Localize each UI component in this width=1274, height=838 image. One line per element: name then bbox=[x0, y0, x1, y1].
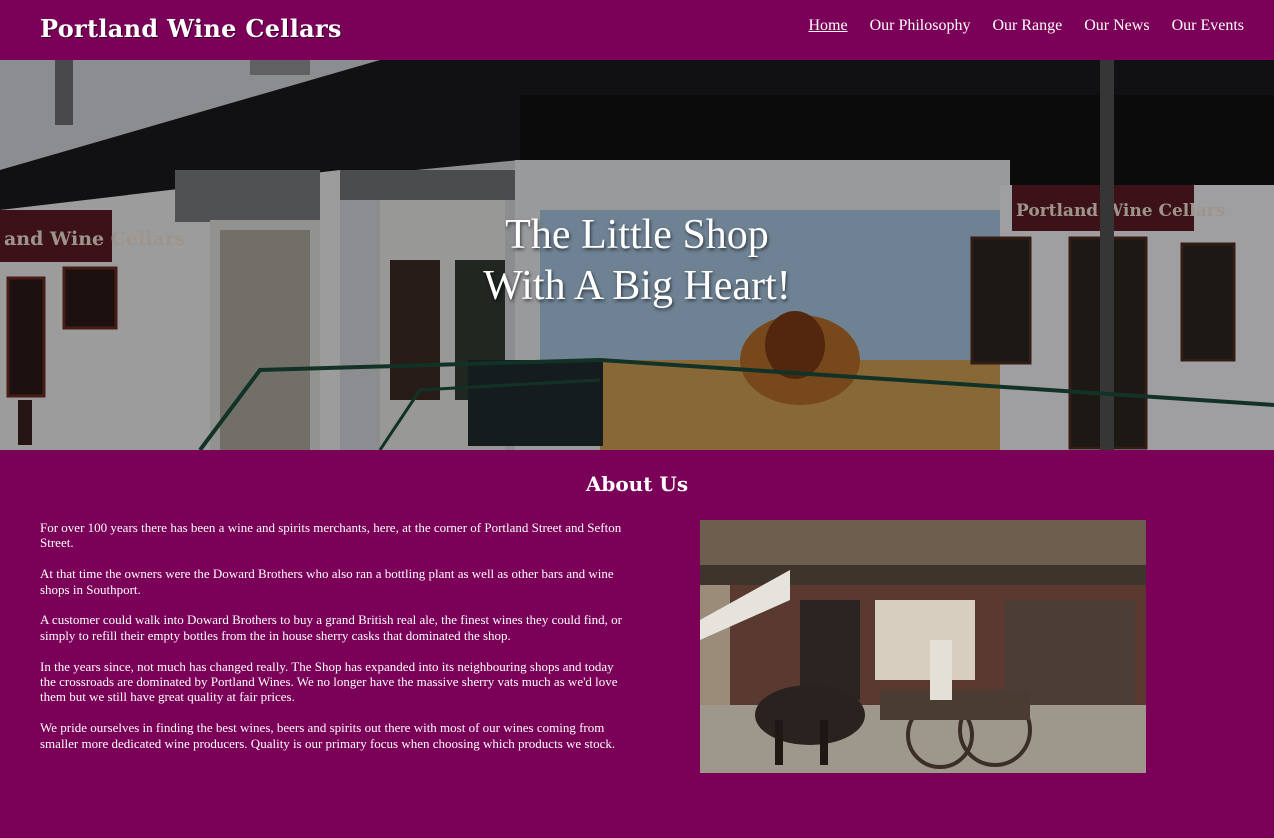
nav-our-philosophy[interactable]: Our Philosophy bbox=[870, 17, 971, 35]
about-paragraph: In the years since, not much has changed… bbox=[40, 658, 618, 705]
about-paragraph: For over 100 years there has been a wine… bbox=[40, 520, 622, 551]
hero-title-line1: The Little Shop bbox=[505, 212, 769, 258]
site-header: Portland Wine Cellars Home Our Philosoph… bbox=[0, 0, 1274, 60]
about-paragraph: A customer could walk into Doward Brothe… bbox=[40, 612, 622, 643]
nav-our-events[interactable]: Our Events bbox=[1172, 17, 1244, 35]
hero-title-line2: With A Big Heart! bbox=[483, 263, 791, 309]
hero-title: The Little Shop With A Big Heart! bbox=[0, 210, 1274, 312]
main-nav: Home Our Philosophy Our Range Our News O… bbox=[808, 17, 1244, 35]
site-logo[interactable]: Portland Wine Cellars bbox=[40, 14, 342, 43]
about-paragraph: At that time the owners were the Doward … bbox=[40, 566, 614, 597]
about-heading: About Us bbox=[585, 472, 689, 496]
nav-our-news[interactable]: Our News bbox=[1084, 17, 1149, 35]
about-paragraph: We pride ourselves in finding the best w… bbox=[40, 720, 616, 751]
historic-shop-photo bbox=[700, 520, 1146, 773]
nav-our-range[interactable]: Our Range bbox=[992, 17, 1062, 35]
about-text: For over 100 years there has been a wine… bbox=[40, 520, 625, 766]
hero-banner: and Wine Cellars Portland Wine Cellars T… bbox=[0, 60, 1274, 450]
nav-home[interactable]: Home bbox=[808, 17, 847, 35]
